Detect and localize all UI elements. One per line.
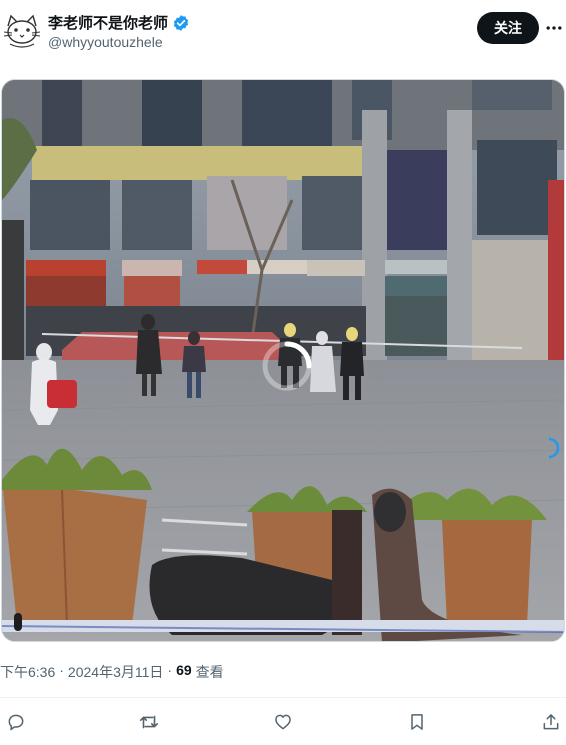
verified-badge-icon	[173, 14, 189, 31]
repost-button[interactable]	[137, 710, 161, 734]
divider	[0, 697, 566, 698]
views-count: 69	[176, 662, 192, 678]
post-video[interactable]	[1, 79, 565, 642]
author-display-name[interactable]: 李老师不是你老师	[48, 12, 168, 33]
post-time[interactable]: 下午6:36	[0, 662, 55, 682]
post-header: 李老师不是你老师 @whyyoutouzhele 关注	[0, 0, 566, 64]
share-icon	[543, 714, 559, 730]
follow-button[interactable]: 关注	[477, 12, 539, 44]
loading-spinner-icon	[262, 341, 312, 391]
like-icon	[275, 714, 291, 730]
bookmark-icon	[411, 714, 423, 730]
bookmark-button[interactable]	[405, 710, 429, 734]
video-scrub-handle-icon[interactable]	[538, 437, 560, 459]
more-horizontal-icon[interactable]	[542, 16, 566, 40]
like-button[interactable]	[271, 710, 295, 734]
planter-left	[2, 448, 152, 626]
views-label: 查看	[195, 664, 224, 680]
author-name-row[interactable]: 李老师不是你老师	[48, 12, 190, 33]
repost-icon	[139, 715, 159, 729]
meta-separator: ·	[59, 662, 64, 678]
author-handle[interactable]: @whyyoutouzhele	[48, 34, 163, 50]
reply-icon	[8, 714, 24, 731]
reply-button[interactable]	[4, 710, 28, 734]
share-button[interactable]	[539, 710, 563, 734]
video-progress-handle[interactable]	[14, 613, 22, 631]
post-metadata: 下午6:36 · 2024年3月11日 · 69 查看	[0, 662, 224, 682]
avatar[interactable]	[2, 10, 42, 50]
meta-separator: ·	[167, 662, 173, 678]
post-date[interactable]: 2024年3月11日	[68, 662, 163, 682]
action-bar	[0, 708, 566, 736]
cat-sketch-avatar-icon	[2, 10, 42, 50]
